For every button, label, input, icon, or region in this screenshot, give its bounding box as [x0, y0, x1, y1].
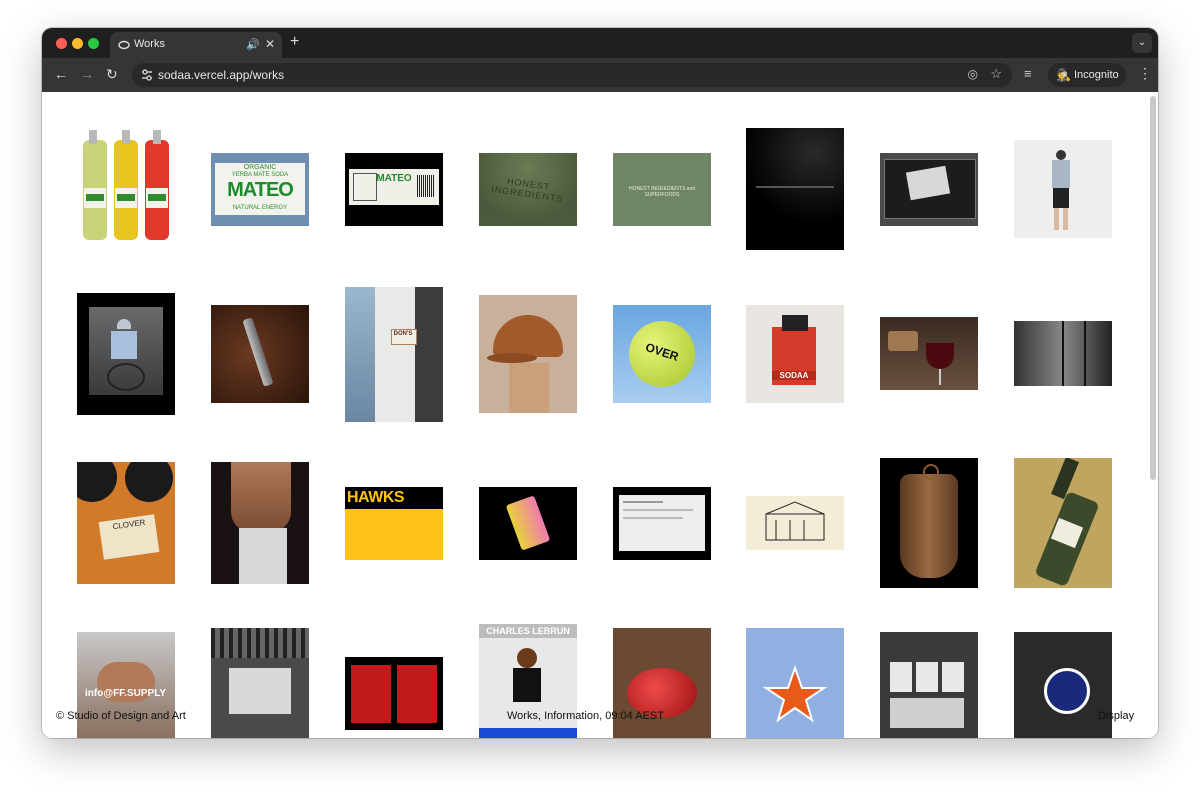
- eye-off-icon[interactable]: ◎: [968, 67, 978, 81]
- work-tile-cyclist-white[interactable]: [1014, 140, 1112, 238]
- browser-window: Works 🔊 ✕ + ⌄ ← → ↻ sodaa.vercel.app/wor…: [42, 28, 1158, 738]
- new-tab-button[interactable]: +: [290, 33, 299, 51]
- work-tile-hawks[interactable]: HAWKS: [345, 487, 443, 560]
- tab-search-chevron-icon[interactable]: ⌄: [1132, 33, 1152, 53]
- work-tile-building-sketch[interactable]: [746, 496, 844, 550]
- minimize-window-button[interactable]: [72, 38, 83, 49]
- site-settings-icon[interactable]: [140, 67, 154, 83]
- work-tile-green-cap[interactable]: HONEST INGREDIENTS: [479, 153, 577, 226]
- work-tile-sodaa-box[interactable]: SODAA: [746, 305, 844, 403]
- reload-icon[interactable]: ↻: [106, 66, 118, 83]
- url-text: sodaa.vercel.app/works: [158, 68, 285, 82]
- speaker-icon[interactable]: 🔊: [246, 38, 260, 51]
- work-tile-black-poster[interactable]: [746, 128, 844, 250]
- work-tile-cyclist-poster[interactable]: [77, 293, 175, 415]
- zoom-window-button[interactable]: [88, 38, 99, 49]
- building-sketch-image: [765, 501, 825, 541]
- work-tile-web-mockup[interactable]: [880, 153, 978, 226]
- tab-works[interactable]: Works 🔊 ✕: [110, 32, 282, 58]
- work-tile-mateo-label[interactable]: ORGANIC YERBA MATE SODA MATEO NATURAL EN…: [211, 153, 309, 226]
- work-tile-green-banner[interactable]: HONEST INGREDIENTS and SUPERFOODS: [613, 153, 711, 226]
- close-window-button[interactable]: [56, 38, 67, 49]
- close-tab-icon[interactable]: ✕: [265, 37, 275, 51]
- work-tile-red-poster[interactable]: [345, 657, 443, 730]
- work-tile-mateo-bottles[interactable]: [77, 128, 175, 244]
- back-arrow-icon[interactable]: ←: [54, 66, 68, 82]
- work-tile-brown-cap[interactable]: [479, 295, 577, 413]
- work-tile-handshake[interactable]: info@FF.SUPPLY: [77, 632, 175, 738]
- bookmark-star-icon[interactable]: ☆: [990, 66, 1002, 82]
- more-menu-icon[interactable]: ⋮: [1138, 65, 1152, 82]
- browser-toolbar: ← → ↻ sodaa.vercel.app/works ◎ ☆ ≡ 🕵 Inc…: [42, 58, 1158, 92]
- footer-copyright: © Studio of Design and Art: [56, 710, 186, 722]
- incognito-icon: 🕵: [1056, 68, 1071, 82]
- address-bar[interactable]: sodaa.vercel.app/works ◎ ☆: [132, 63, 1012, 87]
- work-tile-wine-bottle[interactable]: [1014, 458, 1112, 588]
- work-tile-dark-web[interactable]: [613, 487, 711, 560]
- work-tile-workshop[interactable]: [211, 628, 309, 738]
- site-favicon-icon: [118, 40, 130, 50]
- work-tile-yellow-can[interactable]: [479, 487, 577, 560]
- work-tile-bronze-glass[interactable]: [880, 458, 978, 588]
- work-tile-tennis-ball[interactable]: OVER: [613, 305, 711, 403]
- work-tile-can-factory[interactable]: [880, 632, 978, 738]
- work-tile-mateo-back-label[interactable]: MATEO: [345, 153, 443, 226]
- page-viewport: ORGANIC YERBA MATE SODA MATEO NATURAL EN…: [42, 92, 1158, 738]
- star-logo-icon: [762, 664, 828, 723]
- tab-title: Works: [134, 38, 165, 50]
- work-tile-clover-records[interactable]: CLOVER: [77, 462, 175, 584]
- work-tile-knife[interactable]: [211, 305, 309, 403]
- work-tile-wine-glass[interactable]: [880, 317, 978, 390]
- work-tile-bw-street[interactable]: [1014, 321, 1112, 386]
- reading-list-icon[interactable]: ≡: [1024, 66, 1032, 81]
- display-toggle-link[interactable]: Display: [1098, 710, 1134, 722]
- work-tile-hair-back[interactable]: [211, 462, 309, 584]
- work-tile-star-shirt[interactable]: [746, 628, 844, 738]
- forward-arrow-icon[interactable]: →: [80, 66, 94, 82]
- work-tile-football-badge[interactable]: [1014, 632, 1112, 738]
- incognito-profile-button[interactable]: 🕵 Incognito: [1048, 63, 1126, 87]
- work-tile-dons-sign[interactable]: DON'S: [345, 287, 443, 422]
- scrollbar[interactable]: [1150, 96, 1156, 480]
- tab-bar: Works 🔊 ✕ + ⌄: [42, 28, 1158, 58]
- bottles-image: [83, 130, 169, 240]
- footer-nav[interactable]: Works, Information, 09:04 AEST: [507, 710, 664, 722]
